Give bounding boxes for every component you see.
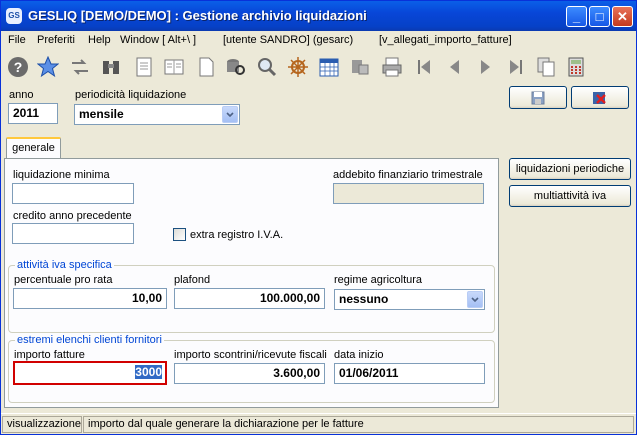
menu-help[interactable]: Help	[88, 34, 111, 46]
status-bar: visualizzazione importo dal quale genera…	[1, 413, 636, 434]
app-window: GS GESLIQ [DEMO/DEMO] : Gestione archivi…	[0, 0, 637, 435]
binoculars-icon[interactable]	[98, 54, 124, 80]
extra-registro-label: extra registro I.V.A.	[190, 229, 284, 241]
anno-label: anno	[9, 89, 34, 101]
blank-page-icon[interactable]	[193, 54, 219, 80]
estremi-groupbox: estremi elenchi clienti fornitori import…	[8, 334, 495, 403]
swap-icon[interactable]	[67, 54, 93, 80]
toolbar: ?	[1, 50, 636, 86]
liquidazione-minima-label: liquidazione minima	[13, 169, 110, 181]
help-icon[interactable]: ?	[5, 54, 31, 80]
regime-select[interactable]: nessuno	[334, 289, 485, 310]
regime-label: regime agricoltura	[334, 274, 423, 286]
credito-field[interactable]	[12, 223, 134, 244]
last-record-icon[interactable]	[503, 54, 529, 80]
calendar-icon[interactable]	[316, 54, 342, 80]
regime-value: nessuno	[339, 292, 389, 306]
liquidazioni-periodiche-button[interactable]: liquidazioni periodiche	[509, 158, 631, 180]
scontrini-field[interactable]: 3.600,00	[174, 363, 325, 384]
cancel-button[interactable]	[571, 86, 629, 109]
copy-icon[interactable]	[533, 54, 559, 80]
pro-rata-label: percentuale pro rata	[14, 274, 113, 286]
svg-text:?: ?	[14, 59, 23, 75]
delete-record-icon	[593, 92, 606, 104]
scontrini-label: importo scontrini/ricevute fiscali	[174, 349, 327, 361]
chevron-down-icon[interactable]	[222, 106, 238, 123]
status-mode: visualizzazione	[2, 416, 82, 433]
ship-wheel-icon[interactable]	[285, 54, 311, 80]
database-tools-icon[interactable]	[347, 54, 373, 80]
liquidazione-minima-field[interactable]	[12, 183, 134, 204]
estremi-group-title: estremi elenchi clienti fornitori	[15, 334, 164, 346]
attivita-groupbox: attività iva specifica percentuale pro r…	[8, 259, 495, 333]
first-record-icon[interactable]	[411, 54, 437, 80]
status-message: importo dal quale generare la dichiarazi…	[83, 416, 634, 433]
previous-record-icon[interactable]	[442, 54, 468, 80]
importo-fatture-field[interactable]: 3000	[13, 361, 167, 385]
importo-fatture-label: importo fatture	[14, 349, 85, 361]
periodicita-value: mensile	[79, 107, 124, 121]
title-bar[interactable]: GS GESLIQ [DEMO/DEMO] : Gestione archivi…	[1, 1, 636, 31]
minimize-button[interactable]: _	[566, 6, 587, 27]
maximize-button[interactable]: □	[589, 6, 610, 27]
tab-generale[interactable]: generale	[6, 137, 61, 159]
app-icon: GS	[6, 8, 22, 24]
floppy-disk-icon	[531, 91, 545, 105]
plafond-field[interactable]: 100.000,00	[174, 288, 325, 309]
menu-utente[interactable]: [utente SANDRO] (gesarc)	[223, 34, 353, 46]
menu-view-name[interactable]: [v_allegati_importo_fatture]	[379, 34, 512, 46]
extra-registro-checkbox[interactable]	[173, 228, 186, 241]
addebito-field[interactable]	[333, 183, 484, 204]
plafond-label: plafond	[174, 274, 211, 286]
data-inizio-label: data inizio	[334, 349, 384, 361]
magnifier-icon[interactable]	[254, 54, 280, 80]
close-button[interactable]: ✕	[612, 6, 633, 27]
attivita-group-title: attività iva specifica	[15, 259, 114, 271]
menu-bar: File Preferiti Help Window [ Alt+\ ] [ut…	[1, 31, 636, 49]
menu-window[interactable]: Window [ Alt+\ ]	[120, 34, 196, 46]
chevron-down-icon[interactable]	[467, 291, 483, 308]
menu-preferiti[interactable]: Preferiti	[37, 34, 75, 46]
periodicita-label: periodicità liquidazione	[75, 89, 187, 101]
printer-icon[interactable]	[379, 54, 405, 80]
data-inizio-field[interactable]: 01/06/2011	[334, 363, 485, 384]
window-title: GESLIQ [DEMO/DEMO] : Gestione archivio l…	[28, 8, 367, 23]
importo-fatture-value: 3000	[135, 365, 162, 379]
book-icon[interactable]	[161, 54, 187, 80]
document-icon[interactable]	[131, 54, 157, 80]
pro-rata-field[interactable]: 10,00	[13, 288, 167, 309]
menu-file[interactable]: File	[8, 34, 26, 46]
anno-field[interactable]: 2011	[8, 103, 58, 124]
star-icon[interactable]	[35, 54, 61, 80]
next-record-icon[interactable]	[472, 54, 498, 80]
tab-panel-generale: liquidazione minima addebito finanziario…	[4, 158, 499, 408]
search-database-icon[interactable]	[223, 54, 249, 80]
calculator-icon[interactable]	[563, 54, 589, 80]
credito-label: credito anno precedente	[13, 210, 132, 222]
save-button[interactable]	[509, 86, 567, 109]
multiattivita-button[interactable]: multiattività iva	[509, 185, 631, 207]
addebito-label: addebito finanziario trimestrale	[333, 169, 483, 181]
periodicita-select[interactable]: mensile	[74, 104, 240, 125]
